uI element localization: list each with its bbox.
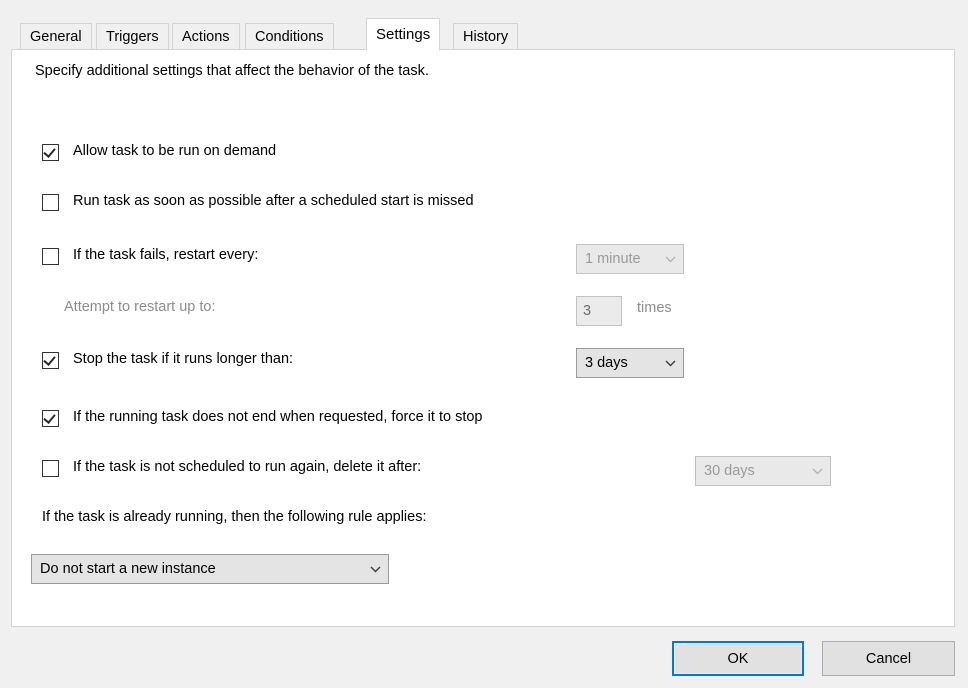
combobox-execution-time-limit-value: 3 days [585,355,628,371]
checkbox-run-asap-after-missed-start[interactable] [42,194,59,211]
checkbox-delete-if-not-scheduled[interactable] [42,460,59,477]
chevron-down-icon [657,255,683,263]
tab-triggers[interactable]: Triggers [96,23,169,50]
checkbox-restart-on-failure[interactable] [42,248,59,265]
combobox-delete-expired-after[interactable]: 30 days [695,456,831,486]
row-restart-on-failure: If the task fails, restart every: 1 minu… [12,244,954,274]
label-restart-on-failure: If the task fails, restart every: [73,247,259,263]
row-stop-if-runs-longer: Stop the task if it runs longer than: 3 … [12,348,954,378]
spinbox-restart-attempts[interactable]: 3 [576,296,622,326]
chevron-down-icon [362,565,388,573]
tab-strip: General Triggers Actions Conditions Sett… [11,18,955,51]
label-restart-attempts: Attempt to restart up to: [64,299,216,315]
panel-description: Specify additional settings that affect … [35,63,429,79]
row-allow-on-demand: Allow task to be run on demand [12,140,954,170]
row-force-stop-if-not-ending: If the running task does not end when re… [12,406,954,436]
row-restart-attempts: Attempt to restart up to: 3 times [12,296,954,326]
combobox-multiple-instances-policy-value: Do not start a new instance [40,561,216,577]
row-delete-if-not-scheduled: If the task is not scheduled to run agai… [12,456,954,486]
checkbox-force-stop-if-not-ending[interactable] [42,410,59,427]
combobox-restart-interval-value: 1 minute [585,251,641,267]
chevron-down-icon [804,467,830,475]
combobox-execution-time-limit[interactable]: 3 days [576,348,684,378]
checkbox-allow-on-demand[interactable] [42,144,59,161]
combobox-multiple-instances-policy[interactable]: Do not start a new instance [31,554,389,584]
task-settings-dialog: General Triggers Actions Conditions Sett… [0,0,968,688]
tab-conditions[interactable]: Conditions [245,23,334,50]
tab-history[interactable]: History [453,23,519,50]
label-run-asap-after-missed-start: Run task as soon as possible after a sch… [73,193,474,209]
settings-panel: Specify additional settings that affect … [11,49,955,627]
chevron-down-icon [657,359,683,367]
label-allow-on-demand: Allow task to be run on demand [73,143,277,159]
tab-actions[interactable]: Actions [172,23,240,50]
checkbox-stop-if-runs-longer[interactable] [42,352,59,369]
label-restart-attempts-unit: times [637,300,672,316]
label-force-stop-if-not-ending: If the running task does not end when re… [73,409,483,425]
label-delete-if-not-scheduled: If the task is not scheduled to run agai… [73,459,422,475]
row-run-asap-after-missed-start: Run task as soon as possible after a sch… [12,190,954,220]
tab-settings[interactable]: Settings [366,18,441,51]
label-stop-if-runs-longer: Stop the task if it runs longer than: [73,351,294,367]
combobox-restart-interval[interactable]: 1 minute [576,244,684,274]
spinbox-restart-attempts-value: 3 [583,303,592,319]
label-already-running-rule: If the task is already running, then the… [42,509,427,525]
combobox-delete-expired-after-value: 30 days [704,463,755,479]
ok-button[interactable]: OK [672,641,804,676]
tab-general[interactable]: General [20,23,92,50]
cancel-button[interactable]: Cancel [822,641,955,676]
